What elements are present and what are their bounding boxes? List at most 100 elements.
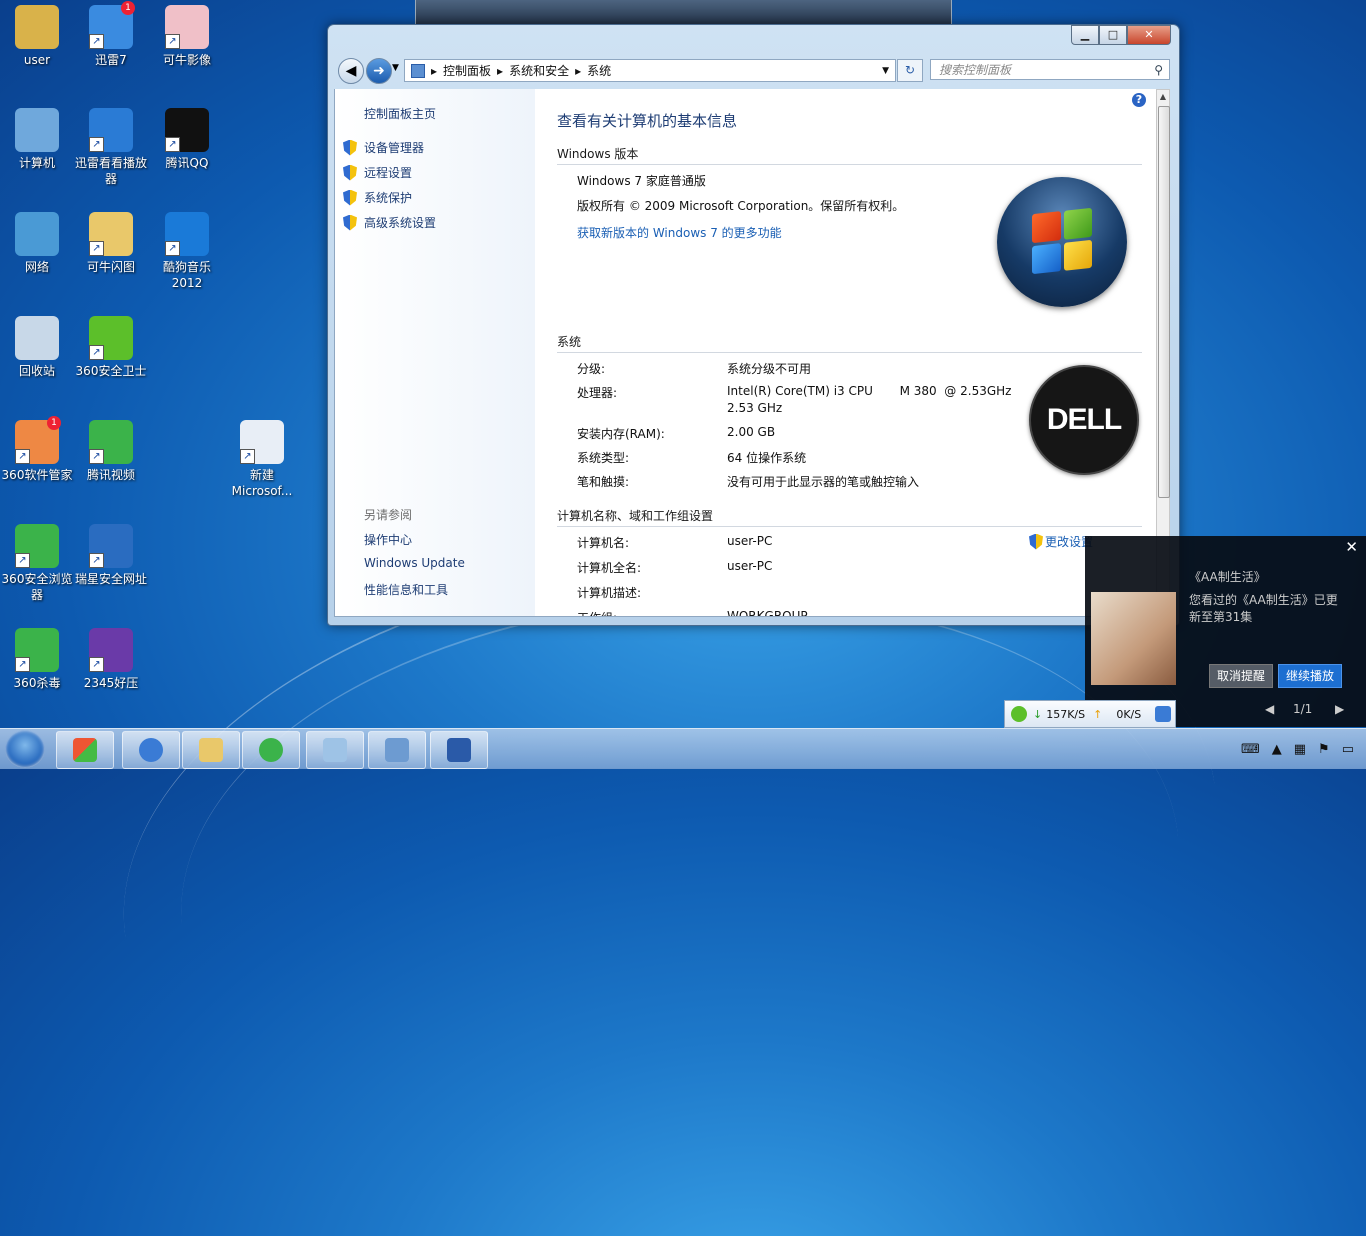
new-word-document-icon: ↗	[240, 420, 284, 464]
desktop-icon-label: 360软件管家	[1, 468, 73, 482]
help-icon[interactable]: ?	[1132, 93, 1146, 107]
desktop-icon-xunlei-kankan[interactable]: ↗ 迅雷看看播放器	[74, 108, 148, 187]
breadcrumb-system-security[interactable]: 系统和安全	[509, 62, 569, 79]
pen-touch-label: 笔和触摸:	[577, 475, 630, 489]
shortcut-arrow-icon: ↗	[89, 241, 104, 256]
keyboard-icon[interactable]: ⌨	[1241, 742, 1260, 757]
address-dropdown-icon[interactable]: ▼	[882, 66, 889, 76]
desktop-icon-network[interactable]: 网络	[0, 212, 74, 275]
desktop-icon-360-safe-guard[interactable]: ↗ 360安全卫士	[74, 316, 148, 379]
task-device-manager[interactable]: 设备管理器	[343, 139, 424, 156]
shortcut-arrow-icon: ↗	[15, 449, 30, 464]
desktop-icon-360-browser[interactable]: ↗ 360安全浏览器	[0, 524, 74, 603]
desktop-icon-xunlei7[interactable]: ↗ 1 迅雷7	[74, 1, 148, 68]
breadcrumb-control-panel[interactable]: 控制面板	[443, 62, 491, 79]
ram-value: 2.00 GB	[727, 425, 776, 439]
refresh-icon[interactable]: ↻	[897, 59, 923, 82]
browser-icon	[1155, 706, 1171, 722]
desktop-icon-label: 酷狗音乐2012	[162, 260, 211, 290]
desktop-icon-keniu-image[interactable]: ↗ 可牛影像	[150, 5, 224, 68]
main-content: ? 查看有关计算机的基本信息 Windows 版本 Windows 7 家庭普通…	[535, 89, 1156, 617]
recent-pages-dropdown-icon[interactable]: ▼	[392, 63, 399, 73]
desktop-icon-recycle-bin[interactable]: 回收站	[0, 316, 74, 379]
desktop-icon-2345-compress[interactable]: ↗ 2345好压	[74, 628, 148, 691]
taskbar-ie[interactable]	[122, 731, 180, 769]
network-icon	[15, 212, 59, 256]
desktop-icon-label: 计算机	[18, 156, 55, 170]
address-bar[interactable]: ▸ 控制面板 ▸ 系统和安全 ▸ 系统 ▼	[404, 59, 896, 82]
action-center-link[interactable]: 操作中心	[364, 531, 412, 548]
computer-name-value: user-PC	[727, 534, 773, 548]
control-panel-home-link[interactable]: 控制面板主页	[364, 105, 436, 122]
cancel-reminder-button[interactable]: 取消提醒	[1209, 664, 1274, 688]
download-arrow-icon: ↓	[1033, 707, 1043, 721]
show-hidden-icons[interactable]: ▲	[1272, 742, 1282, 757]
change-settings-link[interactable]: 更改设置	[1029, 533, 1093, 550]
performance-tools-link[interactable]: 性能信息和工具	[364, 581, 448, 598]
left-navigation-pane: 控制面板主页 设备管理器 远程设置 系统保护 高级系统设置 另请参阅 操作中心 …	[334, 89, 536, 617]
desktop-icon-360-software-manager[interactable]: ↗ 1 360软件管家	[0, 416, 74, 483]
background-window-strip	[415, 0, 952, 27]
desktop-icon-user-folder[interactable]: user	[0, 5, 74, 68]
dell-logo-icon: DELL	[1029, 365, 1139, 475]
taskbar-360-software-manager[interactable]	[56, 731, 114, 769]
rating-link[interactable]: 系统分级不可用	[727, 360, 811, 377]
tencent-qq-icon: ↗	[165, 108, 209, 152]
desktop-icon-360-antivirus[interactable]: ↗ 360杀毒	[0, 628, 74, 691]
start-button[interactable]	[5, 730, 45, 768]
prev-icon[interactable]: ◀	[1265, 702, 1274, 716]
forward-button[interactable]: ➜	[366, 58, 392, 84]
minimize-button[interactable]: ▁	[1071, 25, 1099, 45]
2345-compress-icon: ↗	[89, 628, 133, 672]
desktop-icon-tencent-qq[interactable]: ↗ 腾讯QQ	[150, 108, 224, 171]
task-label: 设备管理器	[364, 141, 425, 155]
notification-badge: 1	[121, 1, 135, 15]
network-speed-bar[interactable]: ↓ 157K/S ↑ 0K/S	[1004, 700, 1176, 728]
computer-icon	[15, 108, 59, 152]
control-panel-icon	[385, 738, 409, 762]
uac-shield-icon	[1029, 533, 1043, 550]
desktop-icon-kugou-music[interactable]: ↗ 酷狗音乐2012	[150, 212, 224, 291]
windows-update-link[interactable]: Windows Update	[364, 556, 465, 570]
360-tray-icon[interactable]: ▦	[1294, 742, 1306, 757]
task-remote-settings[interactable]: 远程设置	[343, 164, 412, 181]
breadcrumb-system[interactable]: 系统	[587, 62, 611, 79]
search-input[interactable]: 搜索控制面板 ⚲	[930, 59, 1170, 80]
desktop-icon-tencent-video[interactable]: ↗ 腾讯视频	[74, 420, 148, 483]
continue-play-button[interactable]: 继续播放	[1278, 664, 1343, 688]
shortcut-arrow-icon: ↗	[165, 34, 180, 49]
back-button[interactable]: ◀	[338, 58, 364, 84]
desktop-icon-new-word-document[interactable]: ↗ 新建 Microsof...	[225, 420, 299, 499]
shortcut-arrow-icon: ↗	[89, 553, 104, 568]
kugou-music-icon: ↗	[165, 212, 209, 256]
scroll-thumb[interactable]	[1158, 106, 1170, 498]
search-icon[interactable]: ⚲	[1154, 60, 1163, 81]
taskbar-word[interactable]	[430, 731, 488, 769]
desktop-icon-computer[interactable]: 计算机	[0, 108, 74, 171]
pen-touch-value: 没有可用于此显示器的笔或触控输入	[727, 475, 920, 489]
taskbar-360-browser[interactable]	[242, 731, 300, 769]
page-title: 查看有关计算机的基本信息	[557, 112, 738, 130]
close-button[interactable]: ✕	[1127, 25, 1171, 45]
close-icon[interactable]: ✕	[1345, 538, 1358, 556]
network-icon[interactable]: ▭	[1342, 742, 1354, 757]
maximize-button[interactable]: □	[1099, 25, 1127, 45]
taskbar-control-panel[interactable]	[368, 731, 426, 769]
next-icon[interactable]: ▶	[1335, 702, 1344, 716]
taskbar-explorer[interactable]	[182, 731, 240, 769]
upgrade-link[interactable]: 获取新版本的 Windows 7 的更多功能	[577, 224, 782, 241]
scroll-up-icon[interactable]: ▲	[1157, 92, 1169, 101]
shortcut-arrow-icon: ↗	[15, 657, 30, 672]
video-thumbnail[interactable]	[1091, 592, 1176, 685]
system-tray: ⌨ ▲ ▦ ⚑ ▭	[1241, 729, 1366, 769]
rating-label: 分级:	[577, 362, 606, 376]
desktop-icon-rising-safe-url[interactable]: ↗ 瑞星安全网址	[74, 524, 148, 587]
task-system-protection[interactable]: 系统保护	[343, 189, 412, 206]
full-name-label: 计算机全名:	[577, 561, 642, 575]
action-center-flag-icon[interactable]: ⚑	[1318, 742, 1330, 757]
task-advanced-settings[interactable]: 高级系统设置	[343, 214, 436, 231]
user-folder-icon	[15, 5, 59, 49]
folder-icon	[199, 738, 223, 762]
desktop-icon-keniu-flash[interactable]: ↗ 可牛闪图	[74, 212, 148, 275]
taskbar-app[interactable]	[306, 731, 364, 769]
